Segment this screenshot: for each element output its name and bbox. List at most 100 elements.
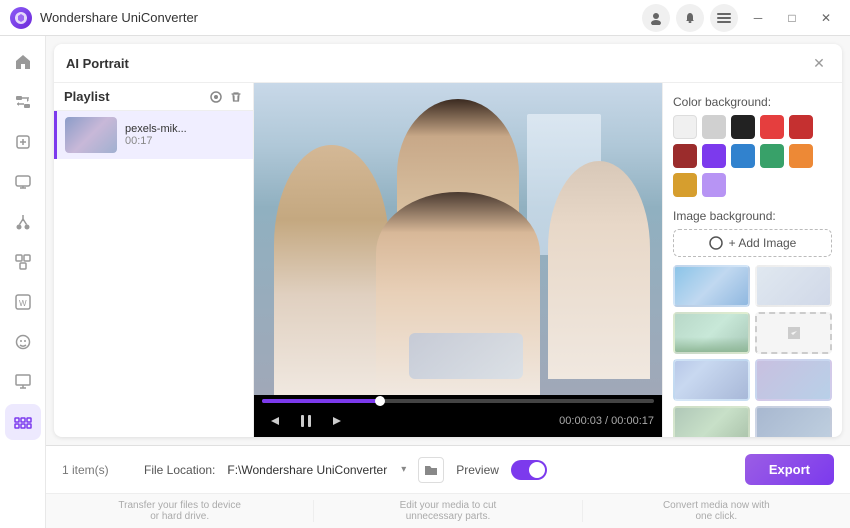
sidebar-item-download[interactable] (5, 364, 41, 400)
app-title: Wondershare UniConverter (40, 10, 642, 25)
current-time: 00:00:03 (559, 415, 602, 427)
color-swatch-darkred[interactable] (789, 115, 813, 139)
preview-label: Preview (456, 463, 499, 477)
hint-edit: Edit your media to cutunnecessary parts. (314, 500, 582, 522)
color-swatch-black[interactable] (731, 115, 755, 139)
add-image-button[interactable]: + Add Image (673, 229, 832, 257)
sidebar: W (0, 36, 46, 528)
menu-icon[interactable] (710, 4, 738, 32)
sidebar-item-home[interactable] (5, 44, 41, 80)
color-swatch-white[interactable] (673, 115, 697, 139)
sidebar-item-compress[interactable] (5, 124, 41, 160)
next-frame-button[interactable] (326, 409, 350, 433)
image-background-section: Image background: + Add Image (673, 209, 832, 437)
video-player: 00:00:03 / 00:00:17 (254, 83, 662, 437)
color-swatches (673, 115, 832, 197)
add-image-label: + Add Image (729, 236, 797, 250)
file-location-label: File Location: (144, 463, 215, 477)
titlebar: Wondershare UniConverter ─ □ ✕ (0, 0, 850, 36)
toggle-knob (529, 462, 545, 478)
maximize-button[interactable]: □ (778, 4, 806, 32)
color-background-section: Color background: (673, 95, 832, 197)
color-swatch-lightgray[interactable] (702, 115, 726, 139)
time-display: 00:00:03 / 00:00:17 (559, 415, 654, 427)
image-thumb-2[interactable] (755, 265, 832, 307)
playlist-item-name: pexels-mik... (125, 123, 245, 135)
playlist-title: Playlist (64, 89, 209, 104)
location-dropdown-icon[interactable]: ▾ (401, 464, 406, 475)
playlist-area: Playlist (54, 83, 254, 437)
image-thumb-4[interactable] (755, 312, 832, 354)
color-swatch-red[interactable] (760, 115, 784, 139)
video-display (254, 83, 662, 395)
footer-hints: Transfer your files to deviceor hard dri… (46, 493, 850, 528)
playlist-header: Playlist (54, 83, 253, 111)
image-thumb-5[interactable] (673, 359, 750, 401)
user-icon[interactable] (642, 4, 670, 32)
sidebar-item-merge[interactable] (5, 244, 41, 280)
sidebar-item-convert[interactable] (5, 84, 41, 120)
sidebar-item-toolbox[interactable] (5, 404, 41, 440)
play-pause-button[interactable] (294, 409, 318, 433)
color-swatch-lavender[interactable] (702, 173, 726, 197)
playlist-delete-button[interactable] (229, 90, 243, 104)
prev-frame-button[interactable] (262, 409, 286, 433)
image-thumbnails (673, 265, 832, 437)
folder-browse-button[interactable] (418, 457, 444, 483)
sidebar-item-watermark[interactable]: W (5, 284, 41, 320)
bottom-bar: 1 item(s) File Location: F:\Wondershare … (46, 445, 850, 493)
svg-text:W: W (19, 299, 27, 308)
video-and-playlist: Playlist (54, 83, 662, 437)
video-section: Playlist (54, 83, 662, 437)
main-layout: W AI Portrait ✕ (0, 36, 850, 528)
sidebar-item-screen[interactable] (5, 164, 41, 200)
color-swatch-green[interactable] (760, 144, 784, 168)
color-swatch-orange[interactable] (789, 144, 813, 168)
color-swatch-blue[interactable] (731, 144, 755, 168)
image-thumb-6[interactable] (755, 359, 832, 401)
image-thumb-1[interactable] (673, 265, 750, 307)
export-button[interactable]: Export (745, 454, 834, 485)
app-logo (10, 7, 32, 29)
total-time: 00:00:17 (611, 415, 654, 427)
sidebar-item-cut[interactable] (5, 204, 41, 240)
playback-controls (262, 409, 350, 433)
panel-body: Playlist (54, 83, 842, 437)
notification-icon[interactable] (676, 4, 704, 32)
file-location-value: F:\Wondershare UniConverter (227, 463, 387, 477)
close-button[interactable]: ✕ (812, 4, 840, 32)
sidebar-item-face[interactable] (5, 324, 41, 360)
preview-toggle[interactable] (511, 460, 547, 480)
image-thumb-7[interactable] (673, 406, 750, 437)
color-swatch-purple[interactable] (702, 144, 726, 168)
image-bg-label: Image background: (673, 209, 832, 223)
video-controls: 00:00:03 / 00:00:17 (254, 395, 662, 437)
hint-transfer: Transfer your files to deviceor hard dri… (46, 500, 314, 522)
minimize-button[interactable]: ─ (744, 4, 772, 32)
image-thumb-3[interactable] (673, 312, 750, 354)
titlebar-controls: ─ □ ✕ (642, 4, 840, 32)
color-bg-label: Color background: (673, 95, 832, 109)
image-thumb-8[interactable] (755, 406, 832, 437)
close-panel-button[interactable]: ✕ (808, 52, 830, 74)
content-area: AI Portrait ✕ Playlist (46, 36, 850, 528)
playlist-info: pexels-mik... 00:17 (125, 123, 245, 147)
color-swatch-yellow[interactable] (673, 173, 697, 197)
playlist-thumbnail (65, 117, 117, 153)
playlist-actions (209, 90, 243, 104)
color-swatch-maroon[interactable] (673, 144, 697, 168)
right-options-panel: Color background: (662, 83, 842, 437)
playlist-item-duration: 00:17 (125, 135, 245, 147)
ai-portrait-panel: AI Portrait ✕ Playlist (54, 44, 842, 437)
progress-bar[interactable] (262, 399, 654, 403)
panel-header: AI Portrait ✕ (54, 44, 842, 83)
panel-title: AI Portrait (66, 56, 808, 71)
progress-fill (262, 399, 380, 403)
controls-row: 00:00:03 / 00:00:17 (262, 409, 654, 433)
thumbnail-image (65, 117, 117, 153)
progress-thumb (375, 396, 385, 406)
playlist-settings-button[interactable] (209, 90, 223, 104)
playlist-item[interactable]: pexels-mik... 00:17 (54, 111, 253, 159)
item-count: 1 item(s) (62, 463, 132, 477)
hint-convert: Convert media now withone click. (583, 500, 850, 522)
